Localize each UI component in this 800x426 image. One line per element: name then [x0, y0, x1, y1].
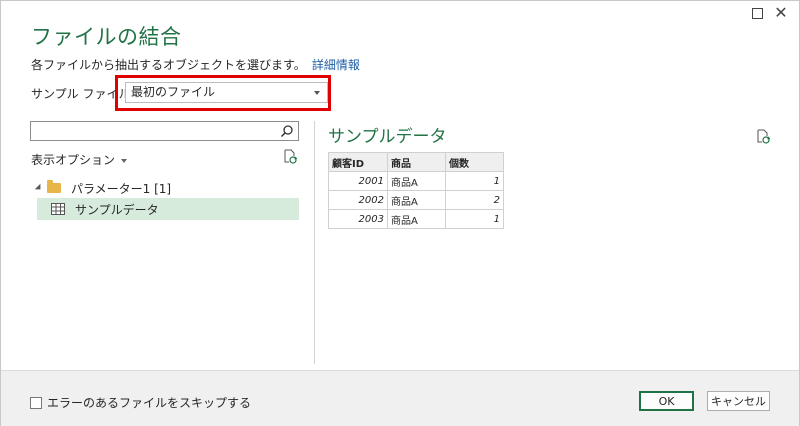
- subtitle-text: 各ファイルから抽出するオブジェクトを選びます。: [31, 58, 306, 72]
- column-header: 顧客ID: [328, 152, 388, 172]
- table-cell: 1: [445, 209, 504, 229]
- skip-errors-label: エラーのあるファイルをスキップする: [47, 396, 252, 410]
- pane-divider[interactable]: [314, 121, 315, 364]
- table-cell: 2001: [328, 171, 388, 191]
- sample-file-dropdown[interactable]: 最初のファイル: [125, 82, 328, 103]
- sample-file-value: 最初のファイル: [131, 85, 216, 99]
- close-icon[interactable]: ✕: [773, 5, 789, 21]
- cancel-button[interactable]: キャンセル: [707, 391, 770, 411]
- dialog-subtitle: 各ファイルから抽出するオブジェクトを選びます。 詳細情報: [31, 56, 360, 73]
- preview-title: サンプルデータ: [328, 127, 447, 147]
- display-options-menu[interactable]: 表示オプション: [31, 151, 128, 168]
- folder-icon: [47, 180, 61, 193]
- table-cell: 商品A: [387, 171, 446, 191]
- search-input[interactable]: [30, 121, 299, 141]
- dialog-title: ファイルの結合: [31, 25, 182, 49]
- chevron-down-icon: [314, 91, 320, 95]
- dialog-footer: エラーのあるファイルをスキップする OK キャンセル: [1, 370, 799, 426]
- column-header: 商品: [387, 152, 446, 172]
- table-icon: [51, 203, 65, 215]
- table-row: 2002 商品A 2: [328, 190, 504, 210]
- preview-table: 顧客ID 商品 個数 2001 商品A 1 2002 商品A 2 2003 商品…: [328, 152, 504, 229]
- tree-item-sample-data[interactable]: サンプルデータ: [37, 198, 299, 220]
- skip-errors-option[interactable]: エラーのあるファイルをスキップする: [30, 394, 251, 411]
- table-cell: 商品A: [387, 209, 446, 229]
- refresh-icon[interactable]: [283, 149, 297, 164]
- column-header: 個数: [445, 152, 504, 172]
- table-row: 2003 商品A 1: [328, 209, 504, 229]
- table-cell: 2: [445, 190, 504, 210]
- combine-files-dialog: ✕ ファイルの結合 各ファイルから抽出するオブジェクトを選びます。 詳細情報 サン…: [0, 0, 800, 426]
- skip-errors-checkbox[interactable]: [30, 396, 42, 409]
- table-row: 2001 商品A 1: [328, 171, 504, 191]
- refresh-icon[interactable]: [756, 129, 770, 144]
- tree-item-label: サンプルデータ: [75, 202, 159, 217]
- expand-arrow-icon[interactable]: [34, 183, 44, 193]
- table-cell: 1: [445, 171, 504, 191]
- table-cell: 2003: [328, 209, 388, 229]
- search-icon[interactable]: [280, 124, 294, 138]
- details-link[interactable]: 詳細情報: [312, 58, 360, 72]
- table-header-row: 顧客ID 商品 個数: [328, 152, 504, 172]
- tree-item-label: パラメーター1 [1]: [71, 181, 172, 196]
- tree-item-parameter[interactable]: パラメーター1 [1]: [34, 179, 172, 197]
- table-cell: 2002: [328, 190, 388, 210]
- display-options-label: 表示オプション: [31, 153, 116, 167]
- chevron-down-icon: [121, 158, 128, 163]
- table-cell: 商品A: [387, 190, 446, 210]
- ok-button[interactable]: OK: [639, 391, 694, 411]
- maximize-icon[interactable]: [749, 5, 765, 21]
